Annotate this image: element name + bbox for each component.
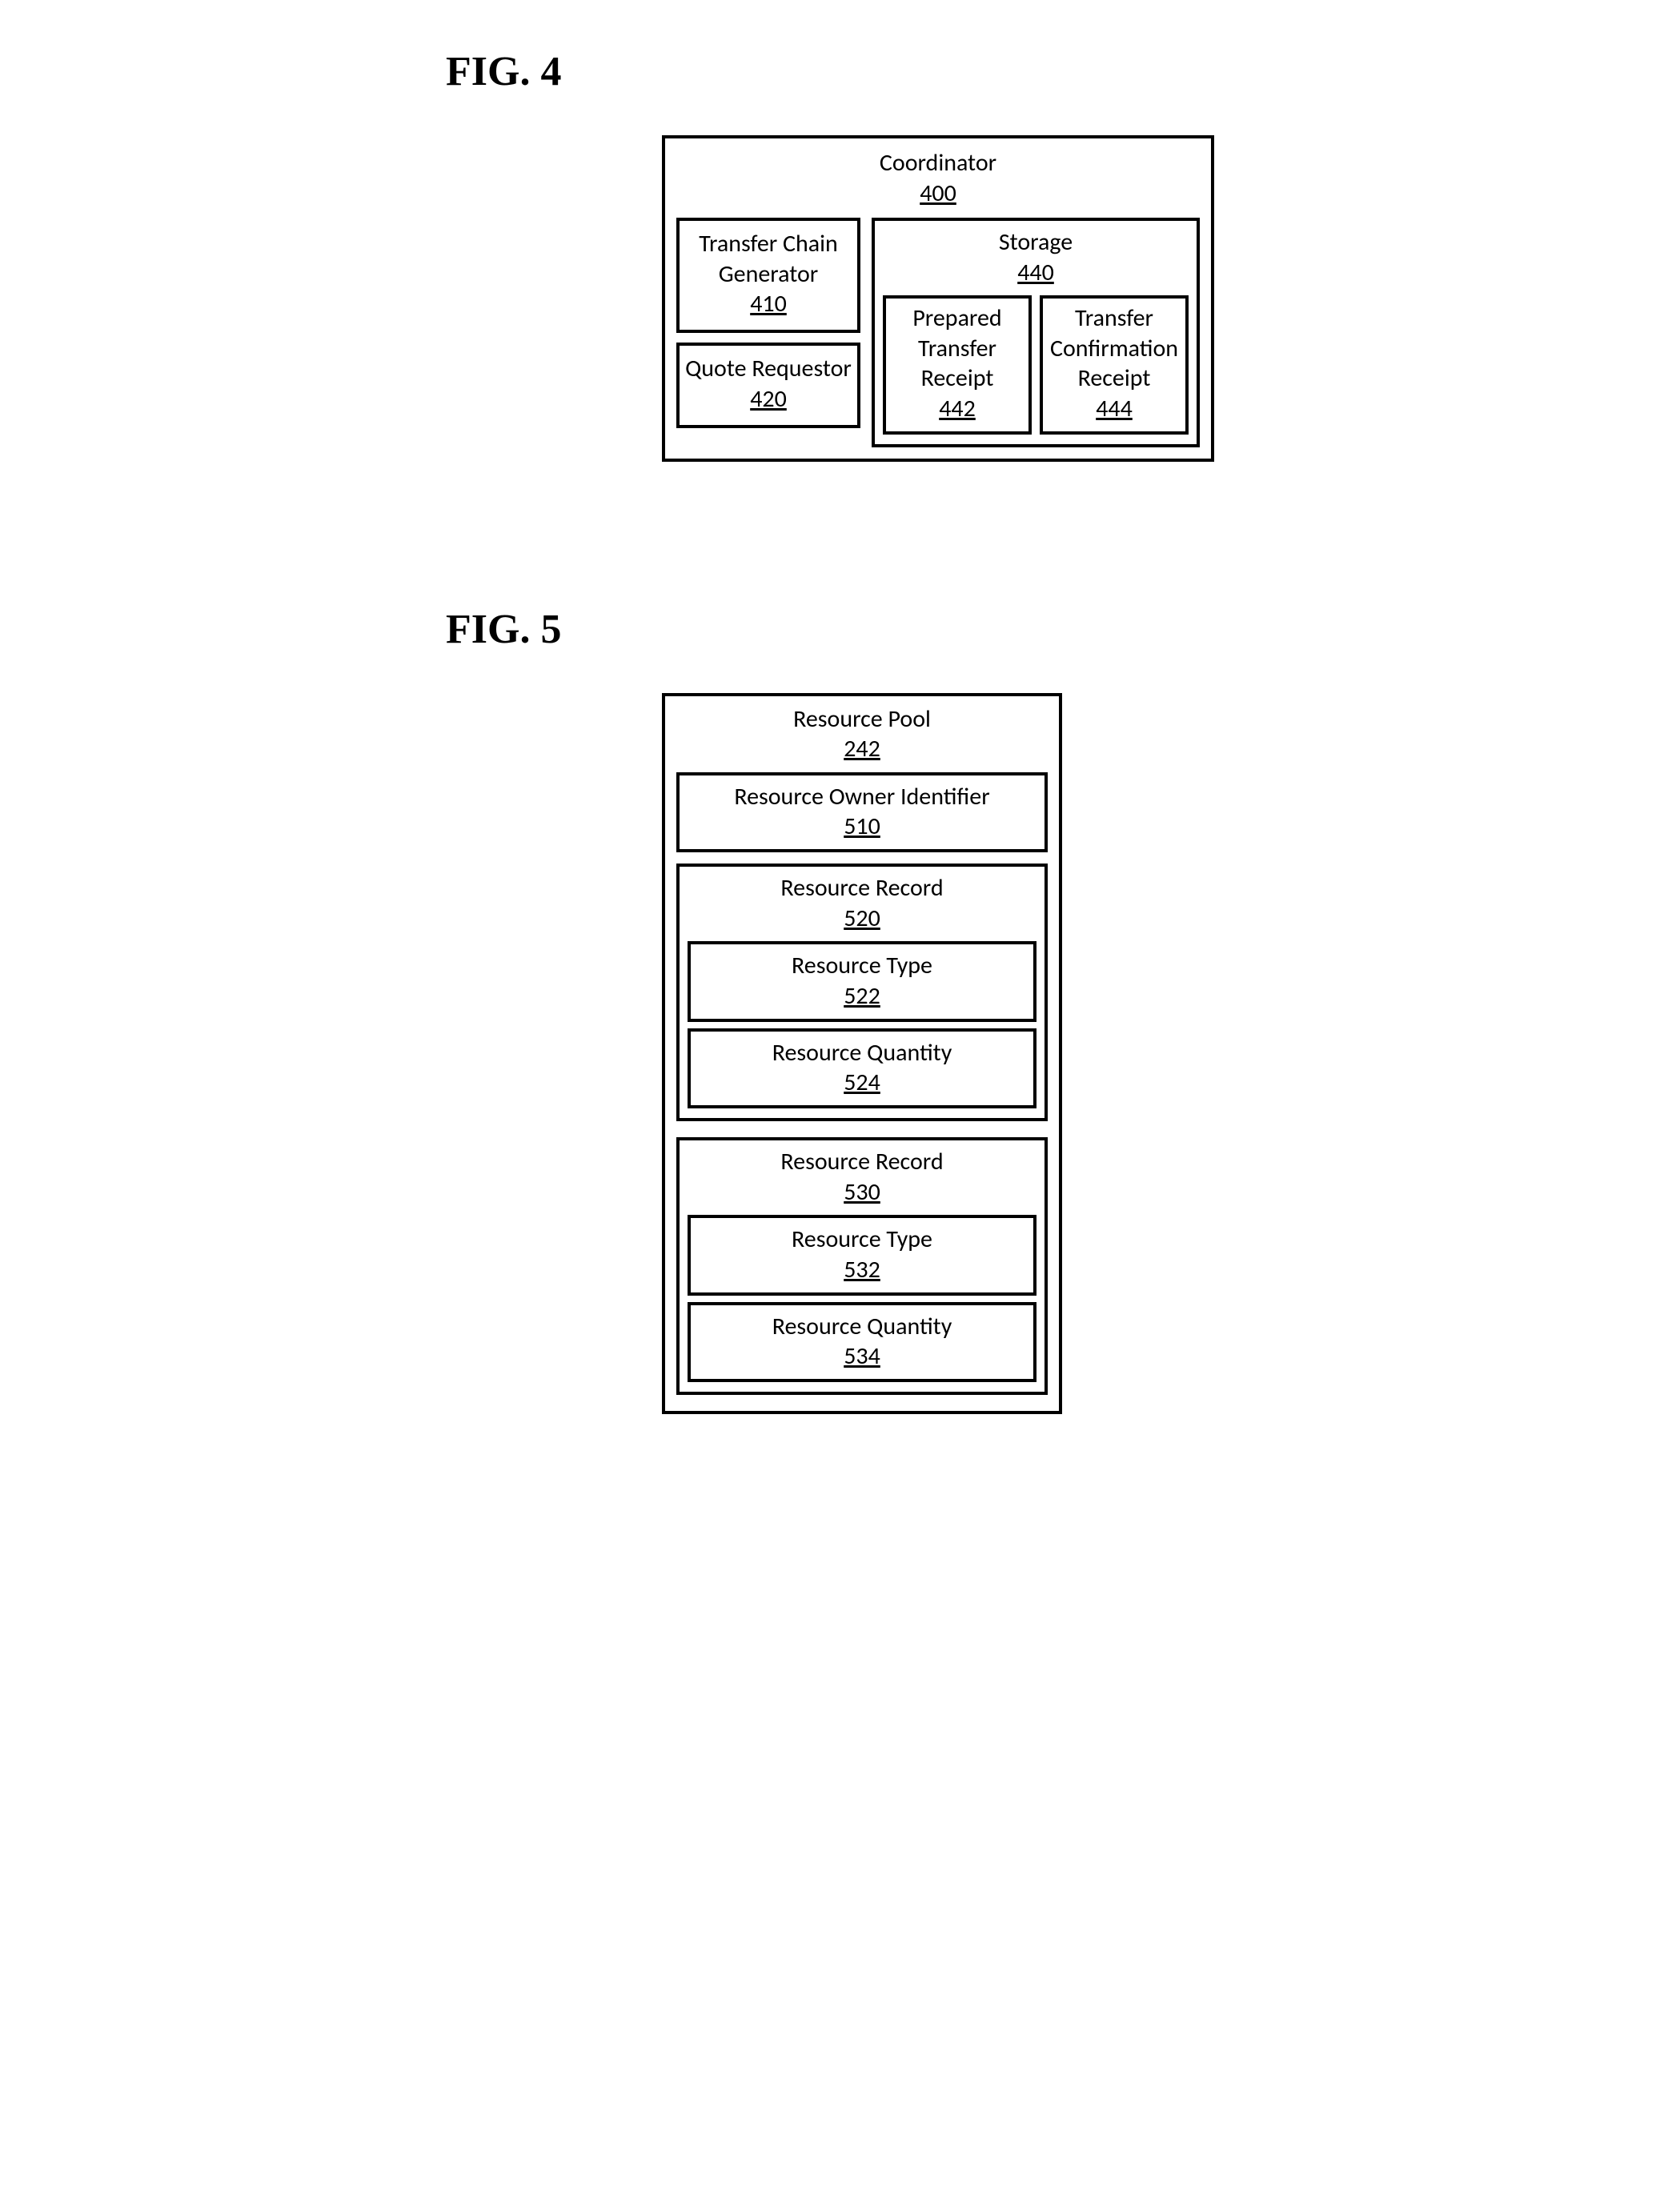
transfer-chain-generator-box: Transfer Chain Generator 410 — [676, 218, 860, 333]
resource-pool-header: Resource Pool 242 — [676, 704, 1048, 764]
resource-pool-box: Resource Pool 242 Resource Owner Identif… — [662, 693, 1062, 1415]
storage-title: Storage — [883, 227, 1189, 258]
resource-type-2-box: Resource Type 532 — [688, 1215, 1036, 1296]
coordinator-left-column: Transfer Chain Generator 410 Quote Reque… — [676, 218, 860, 447]
storage-row: Prepared Transfer Receipt 442 Transfer C… — [883, 295, 1189, 435]
resource-type-2-title: Resource Type — [696, 1224, 1028, 1255]
resource-record-2-title: Resource Record — [688, 1147, 1036, 1177]
figure-4-label: FIG. 4 — [446, 48, 1214, 95]
resource-quantity-2-box: Resource Quantity 534 — [688, 1302, 1036, 1383]
page: FIG. 4 Coordinator 400 Transfer Chain Ge… — [446, 48, 1214, 1414]
storage-ref: 440 — [883, 258, 1189, 288]
figure-5-diagram: Resource Pool 242 Resource Owner Identif… — [662, 693, 1214, 1415]
transfer-confirmation-receipt-ref: 444 — [1046, 394, 1182, 423]
resource-pool-ref: 242 — [676, 734, 1048, 764]
resource-record-1-box: Resource Record 520 Resource Type 522 Re… — [676, 864, 1048, 1121]
resource-type-2-ref: 532 — [696, 1255, 1028, 1284]
transfer-confirmation-receipt-box: Transfer Confirmation Receipt 444 — [1040, 295, 1189, 435]
resource-type-1-ref: 522 — [696, 981, 1028, 1011]
resource-record-1-ref: 520 — [688, 904, 1036, 934]
figure-5-label: FIG. 5 — [446, 606, 1214, 653]
resource-record-1-title: Resource Record — [688, 873, 1036, 904]
resource-quantity-1-box: Resource Quantity 524 — [688, 1028, 1036, 1109]
transfer-chain-generator-ref: 410 — [684, 289, 852, 319]
quote-requestor-ref: 420 — [684, 384, 852, 414]
resource-quantity-2-title: Resource Quantity — [696, 1312, 1028, 1342]
resource-record-2-header: Resource Record 530 — [688, 1147, 1036, 1207]
transfer-confirmation-receipt-title: Transfer Confirmation Receipt — [1046, 303, 1182, 394]
coordinator-box: Coordinator 400 Transfer Chain Generator… — [662, 135, 1214, 462]
coordinator-ref: 400 — [676, 178, 1200, 209]
resource-record-2-box: Resource Record 530 Resource Type 532 Re… — [676, 1137, 1048, 1395]
resource-quantity-1-ref: 524 — [696, 1068, 1028, 1097]
resource-type-1-box: Resource Type 522 — [688, 941, 1036, 1022]
coordinator-header: Coordinator 400 — [676, 148, 1200, 208]
resource-owner-identifier-title: Resource Owner Identifier — [684, 782, 1040, 812]
resource-pool-title: Resource Pool — [676, 704, 1048, 735]
resource-quantity-1-title: Resource Quantity — [696, 1038, 1028, 1068]
resource-owner-identifier-box: Resource Owner Identifier 510 — [676, 772, 1048, 853]
resource-owner-identifier-ref: 510 — [684, 811, 1040, 841]
prepared-transfer-receipt-title: Prepared Transfer Receipt — [889, 303, 1025, 394]
resource-record-1-header: Resource Record 520 — [688, 873, 1036, 933]
quote-requestor-box: Quote Requestor 420 — [676, 343, 860, 428]
prepared-transfer-receipt-ref: 442 — [889, 394, 1025, 423]
storage-header: Storage 440 — [883, 227, 1189, 287]
resource-type-1-title: Resource Type — [696, 951, 1028, 981]
resource-record-2-ref: 530 — [688, 1177, 1036, 1208]
figure-4-diagram: Coordinator 400 Transfer Chain Generator… — [662, 135, 1214, 462]
coordinator-title: Coordinator — [676, 148, 1200, 178]
storage-box: Storage 440 Prepared Transfer Receipt 44… — [872, 218, 1200, 447]
quote-requestor-title: Quote Requestor — [684, 354, 852, 384]
coordinator-body: Transfer Chain Generator 410 Quote Reque… — [676, 218, 1200, 447]
transfer-chain-generator-title: Transfer Chain Generator — [684, 229, 852, 289]
resource-quantity-2-ref: 534 — [696, 1341, 1028, 1371]
prepared-transfer-receipt-box: Prepared Transfer Receipt 442 — [883, 295, 1032, 435]
